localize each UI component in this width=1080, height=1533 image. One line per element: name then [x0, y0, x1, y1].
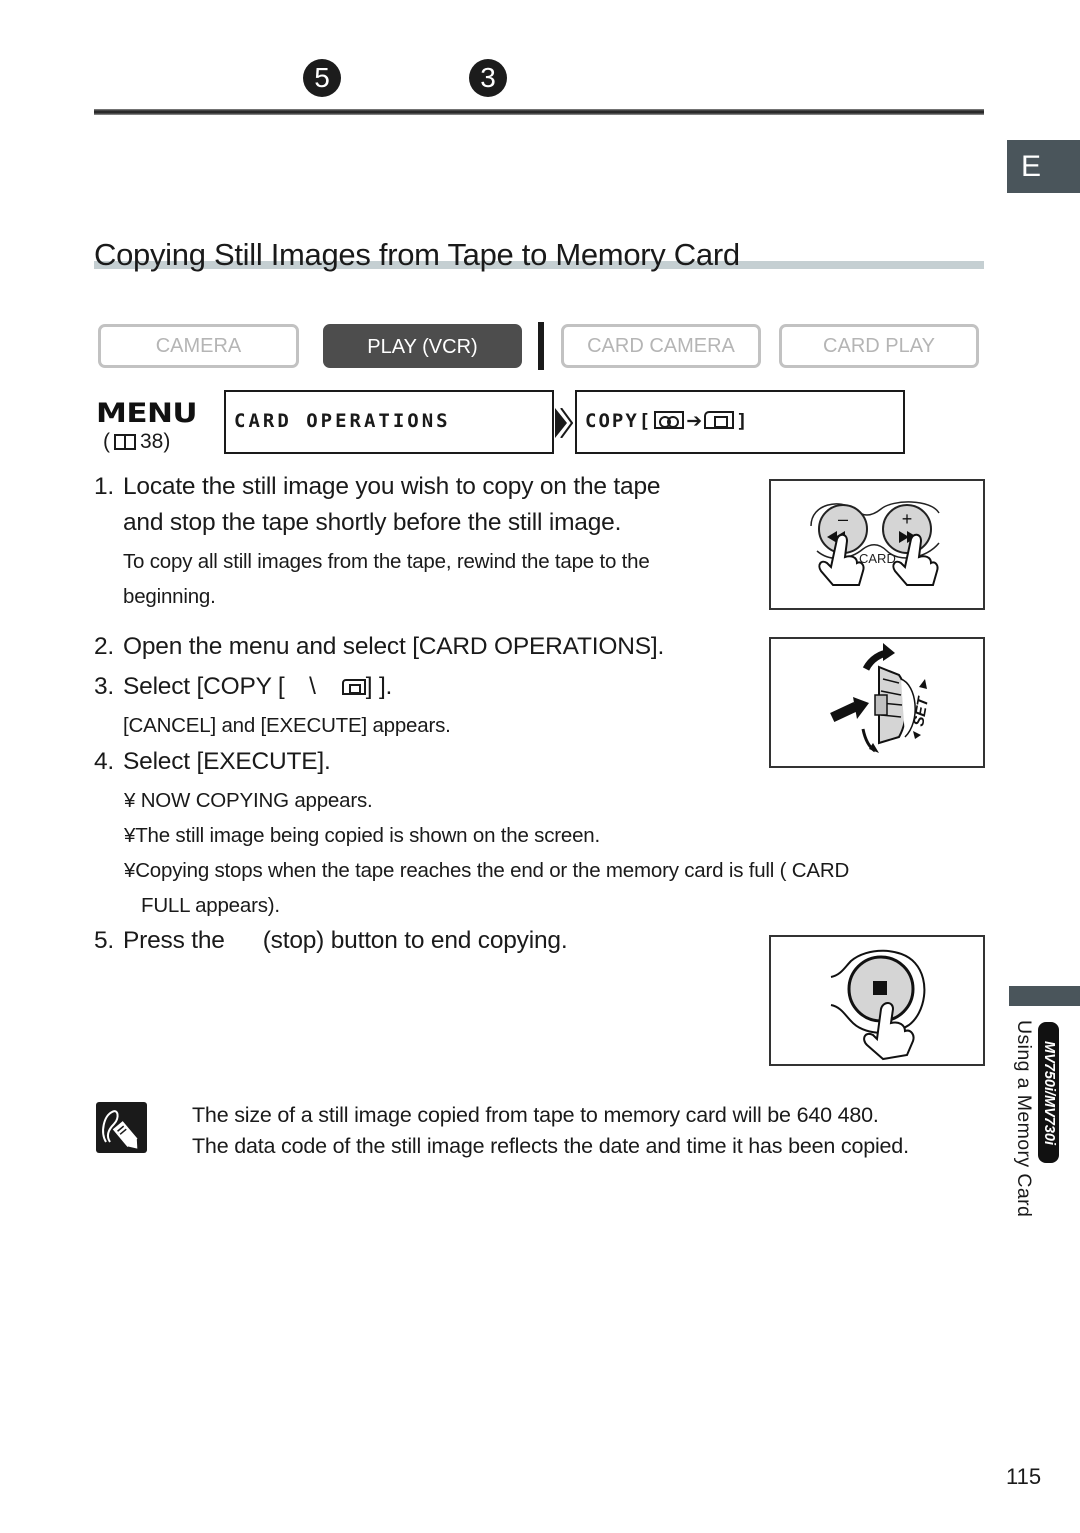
step-3: 3. Select [COPY [ \ ] ].	[94, 673, 392, 701]
ref-open-paren: (	[103, 430, 110, 453]
language-tab: E	[1007, 140, 1080, 193]
step-4: 4. Select [EXECUTE].	[94, 748, 331, 776]
step-number: 3.	[94, 673, 115, 700]
chapter-side-bar	[1009, 986, 1080, 1006]
step-1: 1. Locate the still image you wish to cop…	[94, 473, 660, 501]
step-5: 5. Press the (stop) button to end copying.	[94, 927, 568, 955]
step-number: 1.	[94, 473, 115, 500]
mode-card-camera: CARD CAMERA	[561, 324, 761, 368]
menu-logo: MENU	[96, 398, 198, 429]
header-rule	[94, 109, 984, 115]
step-text: Locate the still image you wish to copy …	[123, 473, 661, 500]
copy-label-prefix: COPY[	[585, 410, 653, 432]
step-number: 4.	[94, 748, 115, 775]
mode-card-play: CARD PLAY	[779, 324, 979, 368]
note-line-1: The size of a still image copied from ta…	[192, 1103, 879, 1127]
search-buttons-illustration: – + CARD	[769, 479, 985, 610]
cassette-icon	[654, 411, 685, 429]
menu-item-copy: COPY[ ➔]	[575, 390, 905, 454]
bullet-mark: ¥	[124, 859, 136, 882]
double-chevron-right-icon	[555, 408, 573, 438]
plus-label: +	[902, 509, 913, 529]
menu-item-card-operations: CARD OPERATIONS	[224, 390, 554, 454]
set-dial-drawing: SET	[830, 643, 932, 753]
bullet-mark: ¥	[124, 789, 136, 812]
chapter-number-badge: 5	[303, 59, 341, 97]
arrow-right-icon: ➔	[686, 410, 703, 432]
step-3-note: [CANCEL] and [EXECUTE] appears.	[123, 714, 451, 737]
menu-page-ref: ( 38)	[103, 430, 170, 454]
copy-label-suffix: ]	[736, 410, 750, 432]
step-number: 2.	[94, 633, 115, 660]
step-2: 2. Open the menu and select [CARD OPERATI…	[94, 633, 664, 661]
step-number: 5.	[94, 927, 115, 954]
bullet-copying-stops-continuation: FULL appears).	[141, 894, 280, 917]
book-icon	[114, 434, 136, 450]
step-1-note-line-2: beginning.	[123, 585, 216, 608]
step-text-suffix: ] ].	[365, 673, 393, 700]
menu-item-label: CARD OPERATIONS	[234, 410, 451, 432]
bullet-text: NOW COPYING appears.	[135, 789, 373, 812]
step-text-suffix: (stop) button to end copying.	[262, 927, 568, 954]
bullet-text: Copying stops when the tape reaches the …	[135, 859, 850, 882]
mode-separator	[538, 322, 544, 370]
step-1-note-line-1: To copy all still images from the tape, …	[123, 550, 650, 573]
step-text: Select [EXECUTE].	[123, 748, 331, 775]
step-text-prefix: Press the	[123, 927, 225, 954]
memory-card-icon	[704, 411, 735, 429]
note-pencil-icon	[96, 1102, 147, 1153]
note-line-2: The data code of the still image reflect…	[192, 1134, 909, 1158]
mode-play-vcr: PLAY (VCR)	[323, 324, 522, 368]
step-text: Open the menu and select [CARD OPERATION…	[123, 633, 665, 660]
chapter-side-label: Using a Memory Card	[1013, 1020, 1035, 1218]
step-text-middle: \	[309, 673, 316, 700]
section-number-badge: 3	[469, 59, 507, 97]
stop-icon	[873, 981, 887, 995]
step-1-continuation: and stop the tape shortly before the sti…	[123, 509, 622, 536]
set-dial-illustration: SET	[769, 637, 985, 768]
step-text-prefix: Select [COPY [	[123, 673, 285, 700]
bullet-now-copying: ¥ NOW COPYING appears.	[124, 789, 373, 813]
model-badge: MV750i/MV730i	[1038, 1022, 1059, 1163]
ref-page-number: 38)	[140, 430, 171, 453]
bullet-mark: ¥	[124, 824, 136, 847]
page-number: 115	[1006, 1464, 1042, 1489]
bullet-copying-stops: ¥Copying stops when the tape reaches the…	[124, 859, 849, 883]
stop-button-illustration	[769, 935, 985, 1066]
mode-camera: CAMERA	[98, 324, 299, 368]
minus-label: –	[838, 509, 848, 529]
memory-card-icon	[341, 679, 366, 695]
stop-button-drawing	[830, 949, 926, 1061]
bullet-text: The still image being copied is shown on…	[135, 824, 600, 847]
search-buttons-drawing: – + CARD	[810, 501, 940, 586]
bullet-still-image-shown: ¥The still image being copied is shown o…	[124, 824, 600, 848]
card-label: CARD	[859, 551, 896, 566]
section-title: Copying Still Images from Tape to Memory…	[94, 237, 740, 272]
